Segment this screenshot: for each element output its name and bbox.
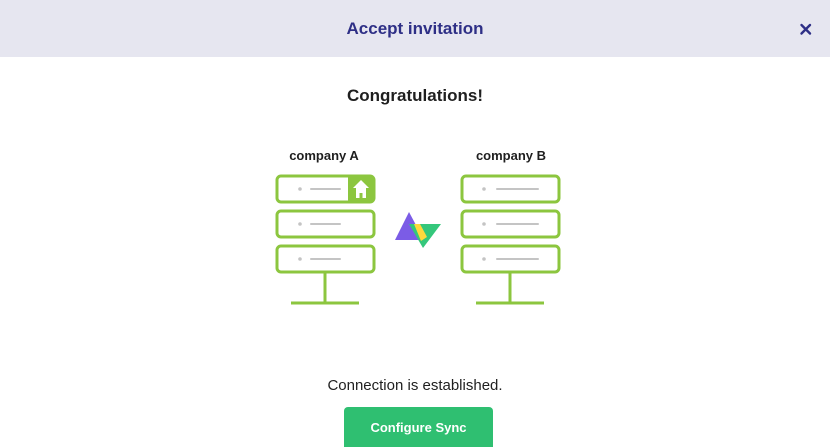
configure-sync-button[interactable]: Configure Sync <box>344 407 493 447</box>
accept-invitation-dialog: Accept invitation Congratulations! compa… <box>0 0 830 447</box>
connection-status-text: Connection is established. <box>327 377 503 394</box>
server-b-icon <box>460 174 561 305</box>
connection-illustration <box>275 174 561 305</box>
sync-logo-icon <box>395 212 441 248</box>
